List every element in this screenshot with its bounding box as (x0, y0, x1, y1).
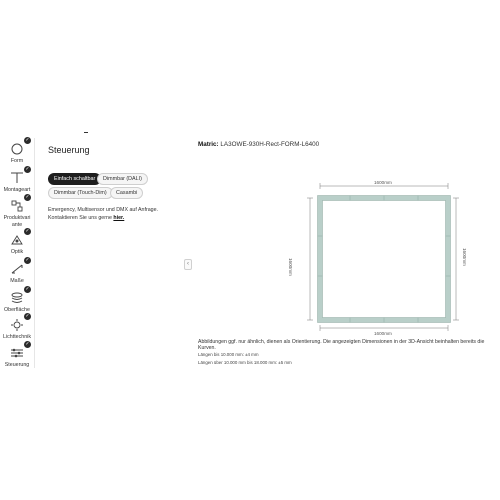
step-form[interactable]: ✓ Form (2, 137, 32, 165)
step-label: Lichttechnik (3, 334, 31, 340)
step-label: Produktvari ante (3, 215, 31, 228)
check-icon: ✓ (24, 286, 31, 293)
check-icon: ✓ (24, 341, 31, 348)
step-optik[interactable]: ✓ Optik (2, 228, 32, 256)
info-text: Emergency, Multisensor und DMX auf Anfra… (48, 207, 158, 222)
light-technology-icon: ✓ (9, 313, 31, 332)
dim-label-left: 1600mm (288, 258, 293, 276)
step-steuerung[interactable]: ✓ Steuerung (2, 341, 32, 369)
step-label: Montageart (3, 187, 31, 193)
check-icon: ✓ (24, 194, 31, 201)
info-line-2-prefix: Kontaktieren Sie uns gerne (48, 214, 112, 221)
panel-title: Steuerung (48, 145, 90, 155)
step-montageart[interactable]: ✓ Montageart (2, 166, 32, 194)
dimensions-icon: ✓ (9, 257, 31, 276)
frame-preview (307, 183, 459, 331)
option-casambi[interactable]: Casambi (110, 187, 144, 199)
sidebar-divider (34, 138, 35, 368)
control-sliders-icon: ✓ (9, 341, 31, 360)
disclaimer-note: Abbildungen ggf. nur ähnlich, dienen als… (198, 339, 485, 351)
dim-label-top: 1600mm (374, 180, 392, 185)
info-line-1: Emergency, Multisensor und DMX auf Anfra… (48, 207, 159, 213)
step-masse[interactable]: ✓ Maße (2, 257, 32, 285)
collapse-panel-button[interactable]: ‹ (184, 259, 192, 270)
step-label: Maße (10, 278, 24, 284)
surface-layers-icon: ✓ (9, 286, 31, 305)
square-frame (317, 195, 451, 323)
step-oberflaeche[interactable]: ✓ Oberfläche (2, 286, 32, 314)
option-dimmbar-dali[interactable]: Dimmbar (DALI) (97, 173, 148, 185)
step-label: Steuerung (4, 362, 30, 368)
option-dimmbar-touch-dim[interactable]: Dimmbar (Touch-Dim) (48, 187, 113, 199)
pendant-mount-icon: ✓ (9, 166, 31, 185)
contact-link[interactable]: hier. (113, 215, 124, 221)
check-icon: ✓ (24, 257, 31, 264)
info-line-2: Kontaktieren Sie uns gerne hier. (48, 215, 158, 223)
top-dash (84, 132, 88, 133)
matric-code: LA3OWE-930H-Rect-FORM-L6400 (220, 141, 320, 148)
step-label: Optik (10, 249, 24, 255)
check-icon: ✓ (24, 228, 31, 235)
tolerance-line-2: Längen über 10.000 mm bis 18.000 mm: ±5 … (198, 360, 292, 365)
tolerance-line-1: Längen bis 10.000 mm: ±4 mm (198, 352, 259, 357)
product-variant-icon: ✓ (9, 194, 31, 213)
dim-label-bottom: 1600mm (374, 331, 392, 336)
check-icon: ✓ (24, 313, 31, 320)
option-einfach-schaltbar[interactable]: Einfach schaltbar (48, 173, 102, 185)
optics-icon: ✓ (9, 228, 31, 247)
check-icon: ✓ (24, 166, 31, 173)
circle-shape-icon: ✓ (9, 137, 31, 156)
check-icon: ✓ (24, 137, 31, 144)
step-label: Form (10, 158, 24, 164)
matric-label: Matric: (198, 141, 219, 148)
step-produktvariante[interactable]: ✓ Produktvari ante (2, 194, 32, 228)
step-lichttechnik[interactable]: ✓ Lichttechnik (2, 313, 32, 341)
matric-line: Matric: LA3OWE-930H-Rect-FORM-L6400 (198, 141, 319, 148)
dim-label-right: 1600mm (462, 248, 467, 266)
